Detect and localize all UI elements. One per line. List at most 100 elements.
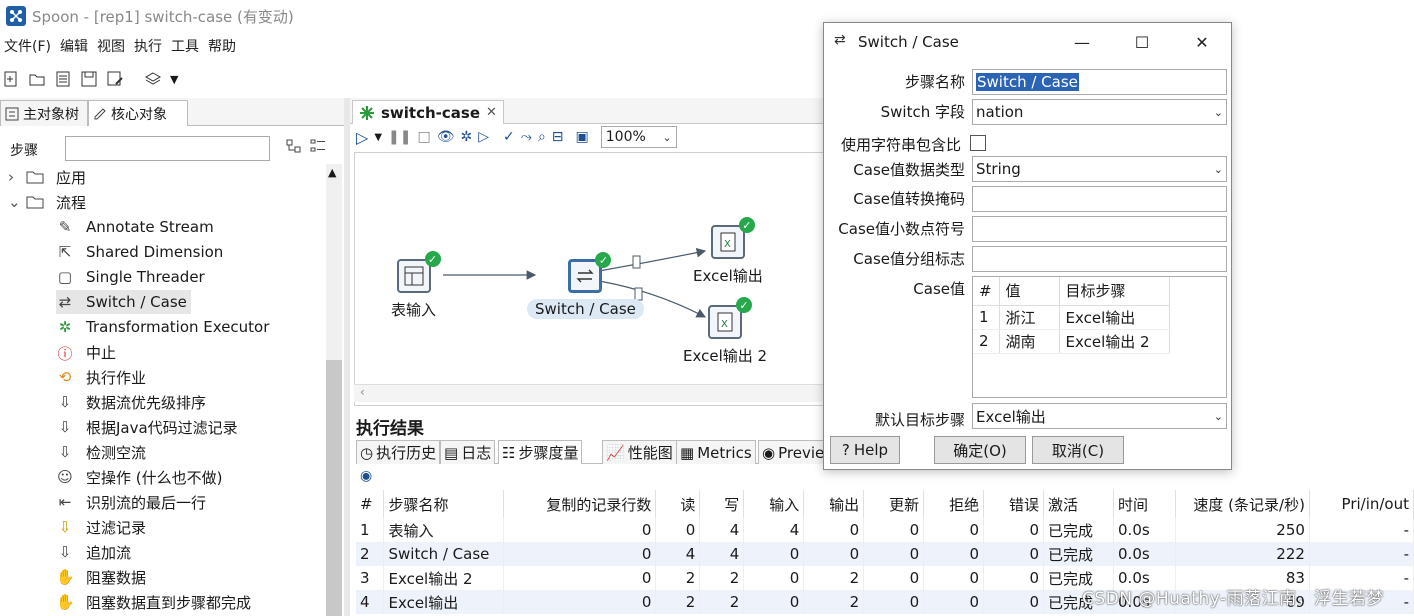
table-cell[interactable]: Excel输出 bbox=[1059, 305, 1170, 330]
impact-icon[interactable]: ⤳ bbox=[521, 129, 532, 145]
table-cell[interactable]: 湖南 bbox=[999, 329, 1060, 354]
ok-button[interactable]: 确定(O) bbox=[934, 436, 1026, 464]
tab-step-metrics[interactable]: ☷ 步骤度量 bbox=[498, 440, 583, 464]
menu-tools[interactable]: 工具 bbox=[167, 36, 204, 56]
run-icon[interactable]: ▷ bbox=[356, 128, 368, 147]
tree-step-item[interactable]: ✋ 阻塞数据直到步骤都完成 bbox=[56, 590, 255, 614]
tree-step-item[interactable]: ⇤ 识别流的最后一行 bbox=[56, 490, 210, 514]
tree-step-item[interactable]: ⓘ 中止 bbox=[56, 340, 120, 364]
save-icon[interactable] bbox=[80, 70, 98, 88]
tree-step-item[interactable]: ⇄ Switch / Case bbox=[56, 290, 191, 314]
step-table-input[interactable]: ✓ 表输入 bbox=[391, 251, 441, 320]
tab-performance[interactable]: 📈 性能图 bbox=[602, 440, 677, 464]
metrics-column-header[interactable]: 写 bbox=[699, 490, 745, 518]
debug-icon[interactable]: ✲ bbox=[461, 129, 473, 145]
step-switch-case[interactable]: ✓ Switch / Case bbox=[527, 252, 644, 319]
left-scrollbar-thumb[interactable] bbox=[326, 360, 342, 616]
scroll-left-icon[interactable]: ‹ bbox=[360, 385, 365, 399]
metrics-column-header[interactable]: 输出 bbox=[803, 490, 865, 518]
grid-align-icon[interactable]: ▣ bbox=[576, 129, 589, 145]
scroll-up-icon[interactable]: ▲ bbox=[328, 166, 336, 179]
expand-all-icon[interactable] bbox=[286, 138, 302, 154]
transformation-canvas[interactable]: ✓ 表输入 ✓ Switch / Case X ✓ Excel输出 X ✓ Ex… bbox=[354, 152, 824, 406]
case-values-table[interactable]: # 值目标步骤 1 浙江 Excel输出 2 湖南 Excel输出 2 bbox=[972, 276, 1227, 398]
table-row[interactable]: 1 表输入 0 0 4 4 0 0 0 0 已完成 0.0s 250- bbox=[356, 518, 1414, 542]
tab-main-object-tree[interactable]: 主对象树 bbox=[0, 100, 88, 126]
step-excel-output[interactable]: X ✓ Excel输出 bbox=[693, 217, 763, 286]
close-tab-icon[interactable]: ✕ bbox=[486, 105, 497, 120]
tab-core-objects[interactable]: 核心对象 bbox=[88, 100, 188, 126]
menu-view[interactable]: 视图 bbox=[93, 36, 130, 56]
metrics-column-header[interactable]: 拒绝 bbox=[923, 490, 985, 518]
tree-step-item[interactable]: ⇩ 追加流 bbox=[56, 540, 135, 564]
metrics-column-header[interactable]: 时间 bbox=[1113, 490, 1176, 518]
explore-repository-icon[interactable] bbox=[54, 70, 72, 88]
step-excel-output-2[interactable]: X ✓ Excel输出 2 bbox=[683, 297, 767, 366]
menu-help[interactable]: 帮助 bbox=[204, 36, 241, 56]
metrics-column-header[interactable]: 更新 bbox=[863, 490, 925, 518]
table-row[interactable]: 2 湖南 Excel输出 2 bbox=[973, 329, 1170, 354]
zoom-select[interactable]: 100% ⌄ bbox=[600, 126, 677, 148]
tree-step-item[interactable]: ⟲ 执行作业 bbox=[56, 365, 150, 389]
close-icon[interactable]: ✕ bbox=[1190, 31, 1214, 53]
table-cell[interactable]: 2 bbox=[973, 329, 1000, 354]
verify-icon[interactable]: ✓ bbox=[503, 129, 515, 145]
tree-step-item[interactable]: ⇱ Shared Dimension bbox=[56, 240, 227, 264]
tree-folder-flow[interactable]: ⌄ 流程 bbox=[8, 190, 86, 214]
metrics-column-header[interactable]: 读 bbox=[655, 490, 701, 518]
cancel-button[interactable]: 取消(C) bbox=[1032, 436, 1124, 464]
tab-exec-history[interactable]: ◷ 执行历史 bbox=[356, 440, 441, 464]
use-contains-checkbox[interactable] bbox=[970, 135, 986, 151]
tree-step-item[interactable]: ⇩ 数据流优先级排序 bbox=[56, 390, 210, 414]
run-dropdown-icon[interactable]: ▼ bbox=[374, 132, 382, 143]
tree-step-item[interactable]: ▢ Single Threader bbox=[56, 265, 209, 289]
table-cell[interactable]: 浙江 bbox=[999, 305, 1060, 330]
tree-step-item[interactable]: ✋ 阻塞数据 bbox=[56, 565, 150, 589]
tree-step-item[interactable]: ✲ Transformation Executor bbox=[56, 315, 273, 339]
metrics-column-header[interactable]: 输入 bbox=[743, 490, 805, 518]
case-column-header[interactable]: 值 bbox=[999, 277, 1060, 306]
layers-icon[interactable] bbox=[144, 70, 162, 88]
menu-run[interactable]: 执行 bbox=[130, 36, 167, 56]
table-cell[interactable]: 1 bbox=[973, 305, 1000, 330]
metrics-column-header[interactable]: 错误 bbox=[983, 490, 1045, 518]
metrics-column-header[interactable]: Pri/in/out bbox=[1309, 490, 1414, 518]
minimize-icon[interactable]: — bbox=[1070, 31, 1094, 53]
canvas-horizontal-scrollbar[interactable]: ‹ bbox=[354, 384, 824, 402]
show-hidden-eye-icon[interactable]: ◉ bbox=[360, 468, 372, 484]
table-cell[interactable]: Excel输出 2 bbox=[1059, 329, 1170, 354]
layers-dropdown-chevron-icon[interactable]: ▼ bbox=[170, 73, 178, 86]
preview-icon[interactable]: 👁 bbox=[437, 129, 455, 145]
case-type-select[interactable]: String ⌄ bbox=[972, 156, 1227, 182]
case-column-header[interactable]: 目标步骤 bbox=[1059, 277, 1170, 306]
metrics-column-header[interactable]: 步骤名称 bbox=[383, 490, 505, 518]
new-file-icon[interactable] bbox=[2, 70, 20, 88]
open-folder-icon[interactable] bbox=[28, 70, 46, 88]
metrics-column-header[interactable]: # bbox=[356, 490, 385, 518]
case-column-header[interactable]: # bbox=[973, 277, 1000, 306]
tree-step-item[interactable]: ✎ Annotate Stream bbox=[56, 215, 218, 239]
tab-preview[interactable]: ◉ Previe bbox=[758, 440, 829, 464]
pause-icon[interactable]: ❚❚ bbox=[388, 129, 411, 145]
step-name-input[interactable]: Switch / Case bbox=[972, 69, 1227, 95]
tab-metrics[interactable]: ▦ Metrics bbox=[676, 440, 756, 464]
save-as-icon[interactable] bbox=[106, 70, 124, 88]
step-search-input[interactable] bbox=[65, 136, 270, 161]
default-target-select[interactable]: Excel输出 ⌄ bbox=[972, 403, 1227, 429]
menu-edit[interactable]: 编辑 bbox=[56, 36, 93, 56]
tab-log[interactable]: ▤ 日志 bbox=[440, 440, 496, 464]
tab-switch-case[interactable]: switch-case ✕ bbox=[352, 100, 504, 124]
switch-field-select[interactable]: nation ⌄ bbox=[972, 99, 1227, 125]
case-mask-input[interactable] bbox=[972, 186, 1227, 212]
stop-icon[interactable]: □ bbox=[417, 129, 430, 145]
tree-step-item[interactable]: ☺ 空操作 (什么也不做) bbox=[56, 465, 226, 489]
case-decimal-input[interactable] bbox=[972, 216, 1227, 242]
table-row[interactable]: 2 Switch / Case 0 4 4 0 0 0 0 0 已完成 0.0s 222- bbox=[356, 542, 1414, 566]
help-button[interactable]: ? Help bbox=[830, 436, 900, 464]
collapse-all-icon[interactable] bbox=[310, 138, 326, 154]
tree-step-item[interactable]: ⇩ 检测空流 bbox=[56, 440, 150, 464]
tree-step-item[interactable]: ⇩ 过滤记录 bbox=[56, 515, 150, 539]
maximize-icon[interactable]: ☐ bbox=[1130, 31, 1154, 53]
tree-folder-apps[interactable]: › 应用 bbox=[8, 165, 86, 189]
explore-db-icon[interactable]: ⊟ bbox=[552, 129, 564, 145]
